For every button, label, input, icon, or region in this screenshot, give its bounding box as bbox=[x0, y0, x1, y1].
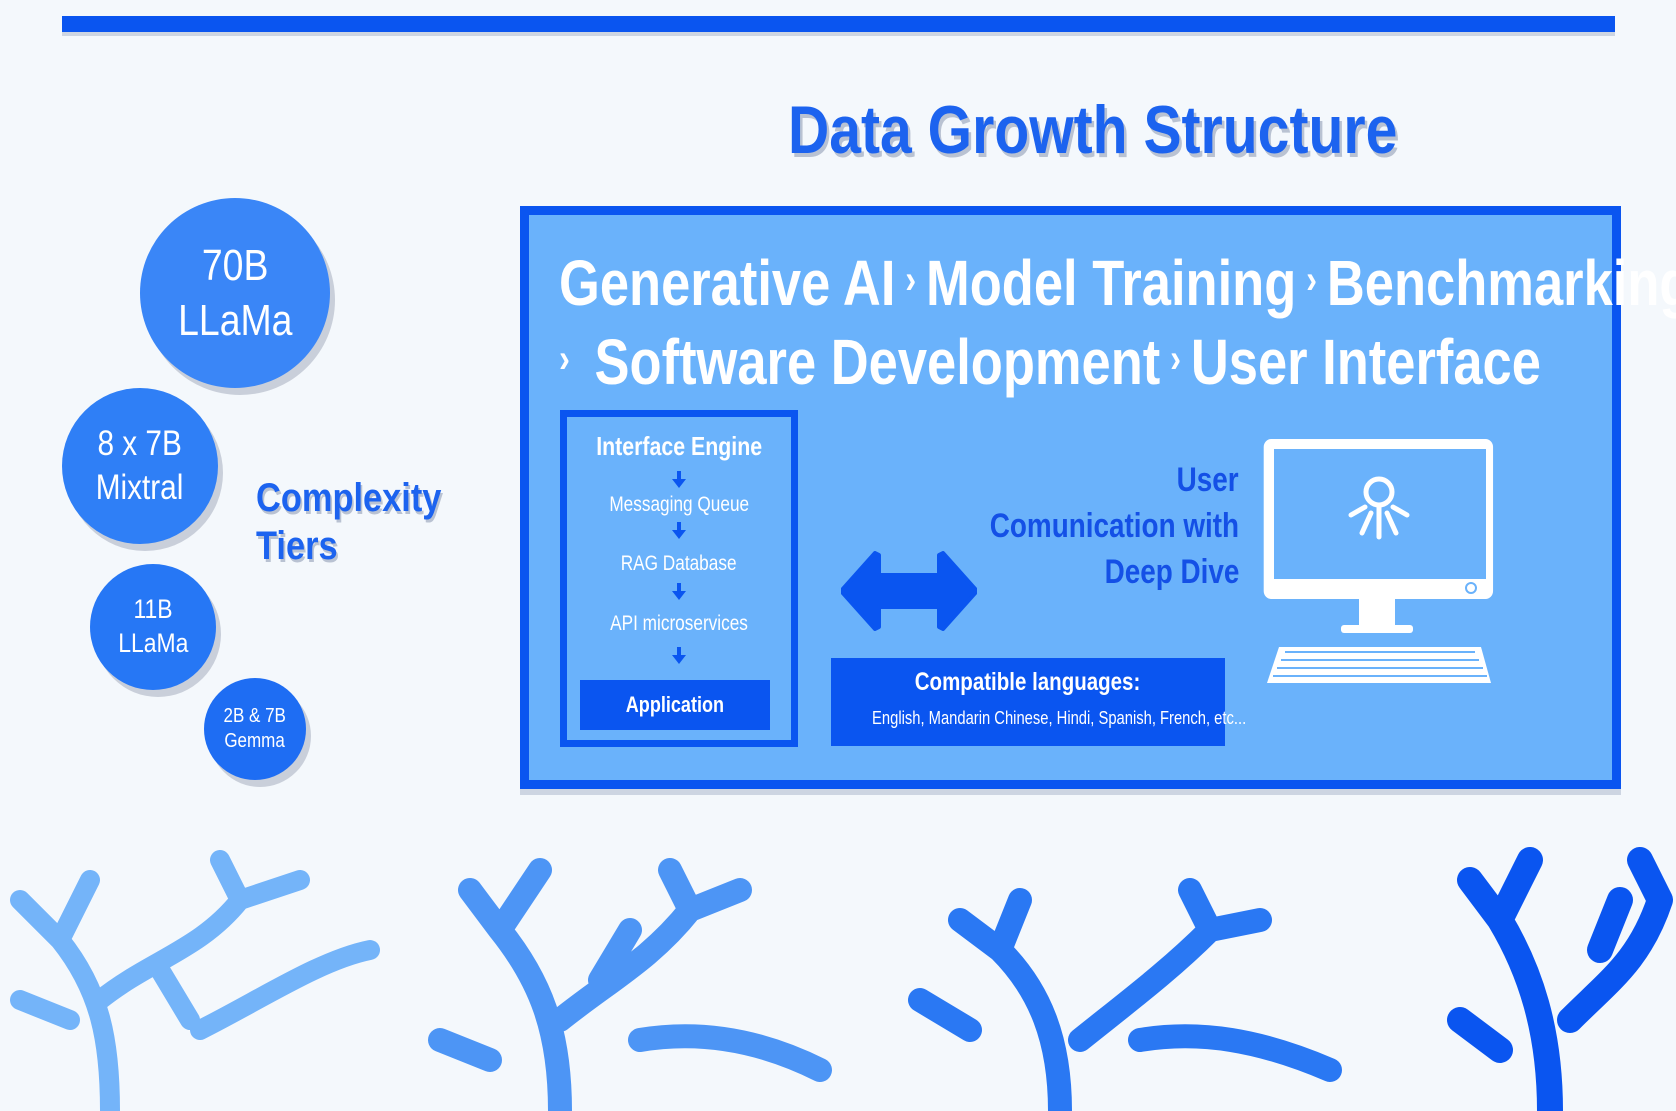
page-title: Data Growth Structure bbox=[788, 92, 1398, 168]
tiers-label-line1: Complexity bbox=[256, 476, 442, 520]
languages-list: English, Mandarin Chinese, Hindi, Spanis… bbox=[831, 708, 1246, 729]
tier-model: LLaMa bbox=[177, 296, 293, 345]
engine-step-text: RAG Database bbox=[621, 552, 737, 575]
pipeline-separator: › bbox=[1170, 337, 1182, 381]
tier-model: LLaMa bbox=[117, 628, 189, 658]
engine-step-text: Messaging Queue bbox=[609, 493, 749, 516]
pipeline-separator: › bbox=[905, 258, 917, 302]
tier-model: Gemma bbox=[224, 730, 286, 752]
tier-model: Mixtral bbox=[96, 468, 184, 507]
interface-engine-box: Interface Engine Messaging Queue RAG Dat… bbox=[560, 410, 798, 747]
arrow-down-icon bbox=[672, 583, 686, 600]
engine-title: Interface Engine bbox=[567, 431, 791, 462]
user-text-line1: User bbox=[1177, 461, 1239, 499]
tier-8x7b-mixtral: 8 x 7B Mixtral bbox=[62, 388, 218, 544]
tier-11b-llama: 11B LLaMa bbox=[90, 564, 216, 690]
top-accent-bar bbox=[62, 16, 1615, 32]
application-label: Application bbox=[625, 692, 725, 717]
coral-icon bbox=[1447, 847, 1673, 1111]
engine-step-messaging-queue: Messaging Queue bbox=[567, 493, 791, 517]
engine-step-text: API microservices bbox=[610, 612, 748, 635]
tier-2b-7b-gemma: 2B & 7B Gemma bbox=[204, 678, 306, 780]
pipeline-row-1: Generative AI › Model Training › Benchmarkin… bbox=[559, 251, 1676, 315]
tiers-label-line2: Tiers bbox=[256, 524, 338, 568]
tier-size: 8 x 7B bbox=[97, 424, 183, 464]
structure-panel: Generative AI › Model Training › Benchmarkin… bbox=[520, 206, 1676, 789]
compatible-languages-box: Compatible languages: English, Mandarin … bbox=[831, 658, 1246, 746]
pipeline-row-2: › Software Development › User Interface bbox=[559, 330, 1541, 394]
tier-70b-llama: 70B LLaMa bbox=[140, 198, 330, 388]
pipeline-stage-software-development: Software Development bbox=[594, 326, 1161, 398]
coral-icon bbox=[908, 878, 1342, 1111]
coral-icon bbox=[428, 858, 832, 1111]
tier-size: 11B bbox=[133, 594, 173, 625]
user-text-line3: Deep Dive bbox=[1104, 552, 1239, 591]
languages-title-text: Compatible languages: bbox=[915, 668, 1141, 696]
user-communication-text: User Comunication with Deep Dive bbox=[935, 458, 1239, 596]
coral-icon bbox=[10, 850, 380, 1111]
pipeline-stage-generative-ai: Generative AI bbox=[559, 247, 896, 319]
pipeline-separator: › bbox=[559, 337, 570, 381]
engine-title-text: Interface Engine bbox=[596, 431, 762, 461]
arrow-down-icon bbox=[672, 471, 686, 488]
engine-step-api-microservices: API microservices bbox=[567, 612, 791, 636]
pipeline-separator: › bbox=[1306, 258, 1318, 302]
complexity-tiers-label: Complexity Tiers bbox=[256, 474, 441, 570]
tier-size: 70B bbox=[201, 241, 269, 290]
keyboard-icon bbox=[1267, 647, 1491, 683]
user-text-line2: Comunication with bbox=[989, 506, 1239, 545]
pipeline-stage-model-training: Model Training bbox=[926, 247, 1297, 319]
engine-step-rag-database: RAG Database bbox=[567, 552, 791, 576]
arrow-down-icon bbox=[672, 522, 686, 539]
languages-list-text: English, Mandarin Chinese, Hindi, Spanis… bbox=[872, 708, 1247, 728]
pipeline-stage-benchmarking: Benchmarking bbox=[1326, 247, 1676, 319]
languages-title: Compatible languages: bbox=[831, 668, 1225, 697]
coral-decoration bbox=[10, 847, 1673, 1111]
application-box: Application bbox=[580, 680, 770, 730]
computer-monitor-icon bbox=[1263, 439, 1494, 683]
tier-size: 2B & 7B bbox=[223, 705, 287, 727]
arrow-down-icon bbox=[672, 647, 686, 664]
pipeline-stage-user-interface: User Interface bbox=[1190, 326, 1541, 398]
